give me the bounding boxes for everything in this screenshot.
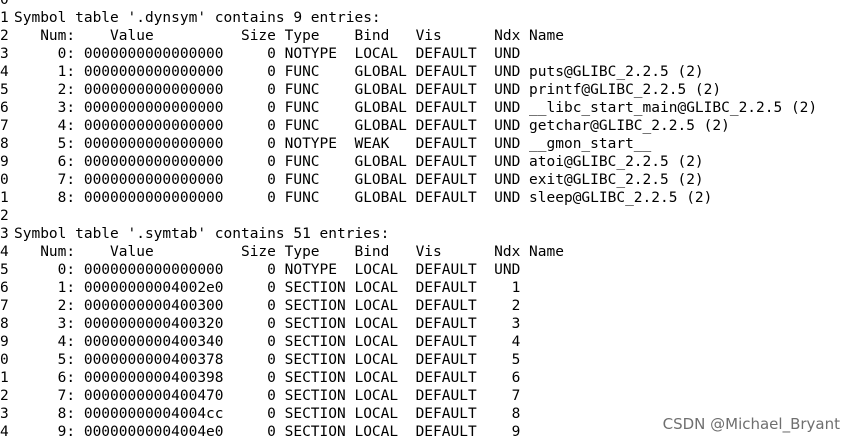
line-number: 8: [0, 136, 9, 152]
line-text: 2: 0000000000000000 0 FUNC GLOBAL DEFAUL…: [14, 82, 722, 98]
line-number: 5: [0, 262, 9, 278]
terminal-line: 1 Symbol table '.dynsym' contains 9 entri…: [0, 9, 817, 27]
line-text: 2: 0000000000400300 0 SECTION LOCAL DEFA…: [14, 298, 521, 314]
line-number: 7: [0, 298, 9, 314]
terminal-line: 0 7: 0000000000000000 0 FUNC GLOBAL DEFA…: [0, 171, 817, 189]
line-number: 9: [0, 154, 9, 170]
terminal-line: 3 Symbol table '.symtab' contains 51 entr…: [0, 225, 817, 243]
line-number: 4: [0, 64, 9, 80]
line-number: 5: [0, 82, 9, 98]
line-text: 5: 0000000000000000 0 NOTYPE WEAK DEFAUL…: [14, 136, 652, 152]
terminal-line: 7 2: 0000000000400300 0 SECTION LOCAL DE…: [0, 297, 817, 315]
line-number: 0: [0, 172, 9, 188]
line-number: 0: [0, 352, 9, 368]
terminal-line: 6 3: 0000000000000000 0 FUNC GLOBAL DEFA…: [0, 99, 817, 117]
terminal-line: 3 0: 0000000000000000 0 NOTYPE LOCAL DEF…: [0, 45, 817, 63]
line-text: 1: 0000000000000000 0 FUNC GLOBAL DEFAUL…: [14, 64, 704, 80]
terminal-line: 5 2: 0000000000000000 0 FUNC GLOBAL DEFA…: [0, 81, 817, 99]
line-number: 6: [0, 100, 9, 116]
line-text: Symbol table '.symtab' contains 51 entri…: [14, 226, 390, 242]
terminal-line: 0: [0, 0, 817, 9]
terminal-line: 1 6: 0000000000400398 0 SECTION LOCAL DE…: [0, 369, 817, 387]
line-number: 8: [0, 316, 9, 332]
terminal-line: 2 7: 0000000000400470 0 SECTION LOCAL DE…: [0, 387, 817, 405]
terminal-line: 9 6: 0000000000000000 0 FUNC GLOBAL DEFA…: [0, 153, 817, 171]
line-text: 6: 0000000000000000 0 FUNC GLOBAL DEFAUL…: [14, 154, 704, 170]
line-text: 5: 0000000000400378 0 SECTION LOCAL DEFA…: [14, 352, 521, 368]
line-number: 1: [0, 10, 9, 26]
terminal-output: 0 1 Symbol table '.dynsym' contains 9 entr…: [0, 0, 817, 441]
line-text: 9: 00000000004004e0 0 SECTION LOCAL DEFA…: [14, 424, 521, 440]
terminal-line: 6 1: 00000000004002e0 0 SECTION LOCAL DE…: [0, 279, 817, 297]
line-number: 1: [0, 370, 9, 386]
line-number: 4: [0, 424, 9, 440]
line-text: 8: 00000000004004cc 0 SECTION LOCAL DEFA…: [14, 406, 521, 422]
line-number: 3: [0, 406, 9, 422]
line-number: 2: [0, 208, 9, 224]
line-text: 3: 0000000000000000 0 FUNC GLOBAL DEFAUL…: [14, 100, 818, 116]
csdn-watermark: CSDN @Michael_Bryant: [662, 415, 840, 433]
line-text: 8: 0000000000000000 0 FUNC GLOBAL DEFAUL…: [14, 190, 713, 206]
line-number: 7: [0, 118, 9, 134]
line-text: 6: 0000000000400398 0 SECTION LOCAL DEFA…: [14, 370, 521, 386]
line-text: Num: Value Size Type Bind Vis Ndx Name: [14, 28, 564, 44]
terminal-line: 5 0: 0000000000000000 0 NOTYPE LOCAL DEF…: [0, 261, 817, 279]
terminal-line: 8 5: 0000000000000000 0 NOTYPE WEAK DEFA…: [0, 135, 817, 153]
terminal-line: 1 8: 0000000000000000 0 FUNC GLOBAL DEFA…: [0, 189, 817, 207]
line-text: 4: 0000000000400340 0 SECTION LOCAL DEFA…: [14, 334, 521, 350]
terminal-line: 4 Num: Value Size Type Bind Vis Ndx Name: [0, 243, 817, 261]
terminal-line: 8 3: 0000000000400320 0 SECTION LOCAL DE…: [0, 315, 817, 333]
line-text: 3: 0000000000400320 0 SECTION LOCAL DEFA…: [14, 316, 521, 332]
line-number: 2: [0, 388, 9, 404]
line-text: Symbol table '.dynsym' contains 9 entrie…: [14, 10, 381, 26]
line-text: 1: 00000000004002e0 0 SECTION LOCAL DEFA…: [14, 280, 521, 296]
line-number: 2: [0, 28, 9, 44]
terminal-line: 7 4: 0000000000000000 0 FUNC GLOBAL DEFA…: [0, 117, 817, 135]
line-number: 3: [0, 46, 9, 62]
line-text: 0: 0000000000000000 0 NOTYPE LOCAL DEFAU…: [14, 262, 521, 278]
line-number: 3: [0, 226, 9, 242]
terminal-line: 2 Num: Value Size Type Bind Vis Ndx Name: [0, 27, 817, 45]
terminal-line: 9 4: 0000000000400340 0 SECTION LOCAL DE…: [0, 333, 817, 351]
line-number: 4: [0, 244, 9, 260]
terminal-line: 4 1: 0000000000000000 0 FUNC GLOBAL DEFA…: [0, 63, 817, 81]
line-text: Num: Value Size Type Bind Vis Ndx Name: [14, 244, 564, 260]
line-number: 6: [0, 280, 9, 296]
line-text: 7: 0000000000000000 0 FUNC GLOBAL DEFAUL…: [14, 172, 704, 188]
line-number: 0: [0, 0, 9, 8]
line-text: 7: 0000000000400470 0 SECTION LOCAL DEFA…: [14, 388, 521, 404]
line-number: 9: [0, 334, 9, 350]
line-number: 1: [0, 190, 9, 206]
terminal-line: 2: [0, 207, 817, 225]
line-text: 0: 0000000000000000 0 NOTYPE LOCAL DEFAU…: [14, 46, 521, 62]
line-text: 4: 0000000000000000 0 FUNC GLOBAL DEFAUL…: [14, 118, 730, 134]
terminal-line: 0 5: 0000000000400378 0 SECTION LOCAL DE…: [0, 351, 817, 369]
